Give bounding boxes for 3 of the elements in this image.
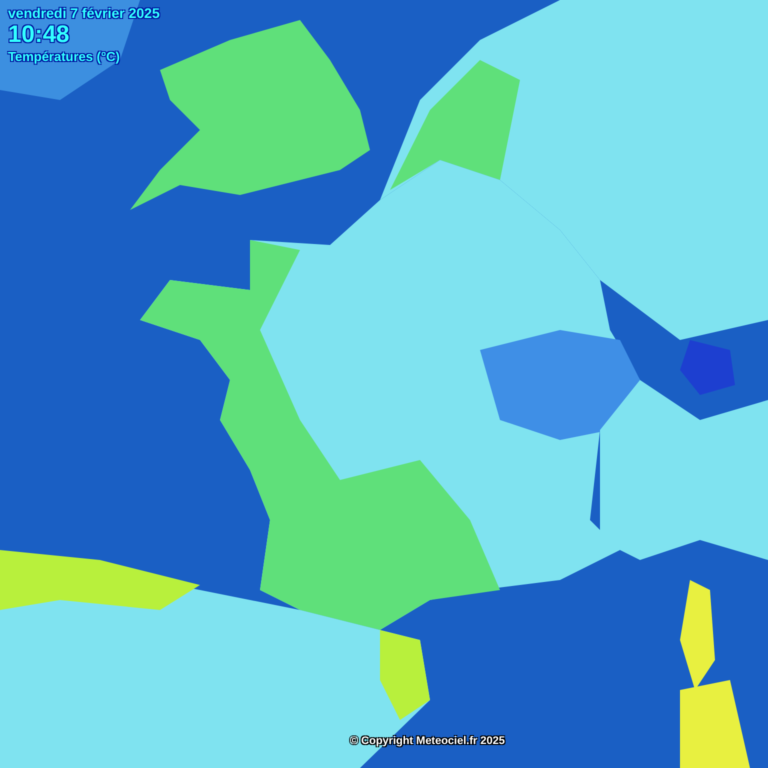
map-date: vendredi 7 février 2025 (8, 5, 160, 21)
map-legend-title: Températures (°C) (8, 49, 120, 64)
map-time: 10:48 (8, 21, 70, 49)
